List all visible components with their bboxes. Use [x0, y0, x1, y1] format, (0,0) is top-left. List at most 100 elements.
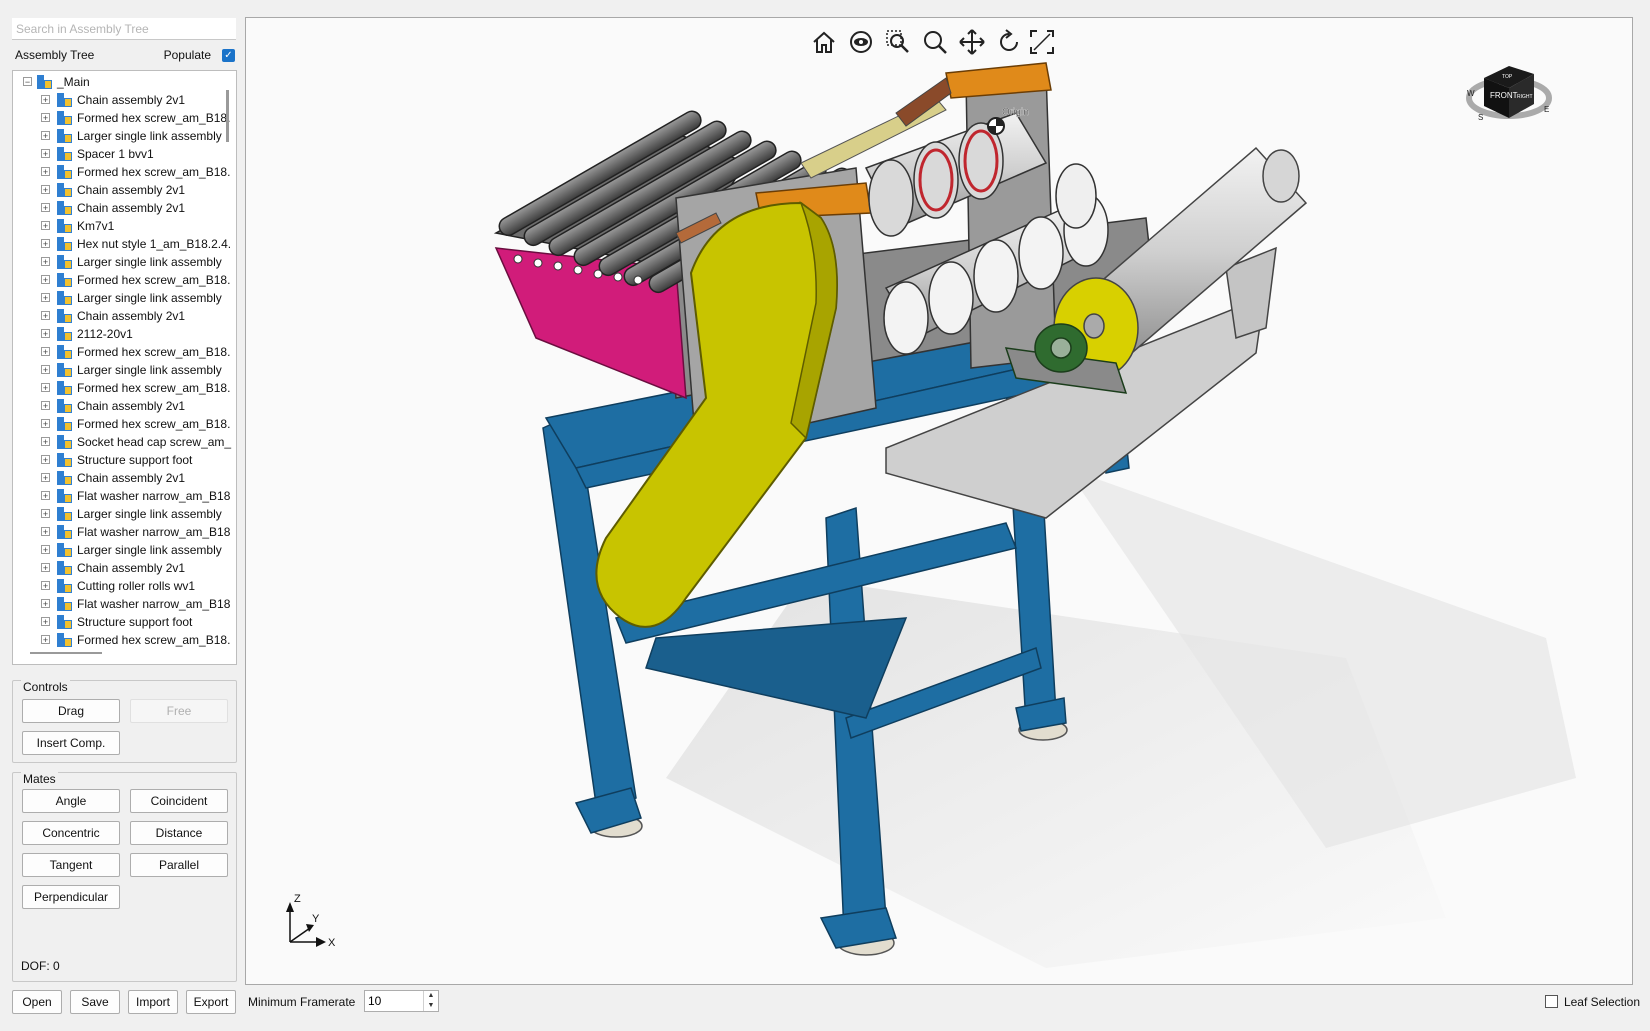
framerate-label: Minimum Framerate — [248, 995, 356, 1009]
assembly-icon — [57, 147, 72, 161]
tree-item-label: Flat washer narrow_am_B18 — [77, 489, 231, 503]
assembly-icon — [57, 219, 72, 233]
assembly-icon — [57, 129, 72, 143]
tree-item-label: Structure support foot — [77, 615, 193, 629]
angle-button[interactable]: Angle — [22, 789, 120, 813]
insert-component-button[interactable]: Insert Comp. — [22, 731, 120, 755]
expand-icon[interactable]: + — [41, 311, 50, 321]
cube-w-label: W — [1467, 89, 1475, 98]
assembly-icon — [57, 543, 72, 557]
perpendicular-button[interactable]: Perpendicular — [22, 885, 120, 909]
expand-icon[interactable]: + — [41, 473, 50, 483]
spin-arrows[interactable]: ▲ ▼ — [423, 991, 438, 1011]
expand-icon[interactable]: + — [41, 581, 50, 591]
mates-group: Mates Angle Coincident Concentric Distan… — [12, 772, 237, 982]
expand-icon[interactable]: + — [41, 221, 50, 231]
expand-icon[interactable]: + — [41, 599, 50, 609]
tree-item-label: Larger single link assembly — [77, 507, 222, 521]
expand-icon[interactable]: + — [41, 239, 50, 249]
framerate-input[interactable] — [365, 991, 426, 1011]
expand-icon[interactable]: + — [41, 383, 50, 393]
3d-viewport[interactable]: Origin FRONT TOP RIGHT W S E Z Y X — [245, 17, 1633, 985]
expand-icon[interactable]: + — [41, 167, 50, 177]
tree-item-label: Hex nut style 1_am_B18.2.4. — [77, 237, 232, 251]
expand-icon[interactable]: + — [41, 509, 50, 519]
view-cube[interactable]: FRONT TOP RIGHT W S E — [1464, 46, 1554, 126]
leaf-selection-checkbox[interactable] — [1544, 995, 1558, 1009]
expand-icon[interactable]: + — [41, 455, 50, 465]
assembly-icon — [57, 93, 72, 107]
expand-icon[interactable]: + — [41, 113, 50, 123]
tree-item-label: Larger single link assembly — [77, 291, 222, 305]
cube-front-label: FRONT — [1490, 91, 1518, 100]
spin-down-icon[interactable]: ▼ — [424, 1001, 438, 1011]
expand-icon[interactable]: + — [41, 563, 50, 573]
assembly-icon — [57, 615, 72, 629]
tree-item-label: 2112-20v1 — [77, 327, 133, 341]
export-button[interactable]: Export — [186, 990, 236, 1014]
expand-icon[interactable]: + — [41, 95, 50, 105]
expand-icon[interactable]: + — [41, 257, 50, 267]
expand-icon[interactable]: + — [41, 437, 50, 447]
controls-title: Controls — [21, 680, 70, 694]
expand-icon[interactable]: + — [41, 275, 50, 285]
tree-item-label: Formed hex screw_am_B18. — [77, 417, 231, 431]
expand-icon[interactable]: + — [41, 149, 50, 159]
assembly-icon — [57, 291, 72, 305]
populate-checkbox[interactable]: ✓ — [222, 49, 235, 62]
free-button[interactable]: Free — [130, 699, 228, 723]
expand-icon[interactable]: + — [41, 527, 50, 537]
expand-icon[interactable]: + — [41, 365, 50, 375]
expand-icon[interactable]: + — [41, 293, 50, 303]
expand-icon[interactable]: + — [41, 131, 50, 141]
collapse-icon[interactable]: − — [23, 77, 32, 87]
assembly-icon — [57, 579, 72, 593]
tree-item-label: Chain assembly 2v1 — [77, 201, 186, 215]
parallel-button[interactable]: Parallel — [130, 853, 228, 877]
expand-icon[interactable]: + — [41, 401, 50, 411]
assembly-tree[interactable]: − _Main + Chain assembly 2v1 + Formed hex s… — [12, 70, 237, 665]
assembly-icon — [57, 489, 72, 503]
search-input[interactable] — [12, 18, 236, 40]
expand-icon[interactable]: + — [41, 419, 50, 429]
leaf-selection[interactable]: Leaf Selection — [1544, 994, 1640, 1010]
save-button[interactable]: Save — [70, 990, 120, 1014]
expand-icon[interactable]: + — [41, 617, 50, 627]
assembly-icon — [57, 363, 72, 377]
concentric-button[interactable]: Concentric — [22, 821, 120, 845]
axis-x-label: X — [328, 937, 336, 949]
import-button[interactable]: Import — [128, 990, 178, 1014]
assembly-icon — [57, 183, 72, 197]
tree-item-label: Socket head cap screw_am_ — [77, 435, 232, 449]
expand-icon[interactable]: + — [41, 545, 50, 555]
expand-icon[interactable]: + — [41, 185, 50, 195]
tree-item-label: Chain assembly 2v1 — [77, 471, 186, 485]
tree-item-label: Chain assembly 2v1 — [77, 93, 186, 107]
framerate-spinbox[interactable]: ▲ ▼ — [364, 990, 439, 1012]
distance-button[interactable]: Distance — [130, 821, 228, 845]
spin-up-icon[interactable]: ▲ — [424, 991, 438, 1001]
machine-model[interactable]: Origin — [246, 18, 1632, 984]
tangent-button[interactable]: Tangent — [22, 853, 120, 877]
coincident-button[interactable]: Coincident — [130, 789, 228, 813]
drag-button[interactable]: Drag — [22, 699, 120, 723]
expand-icon[interactable]: + — [41, 203, 50, 213]
assembly-icon — [57, 309, 72, 323]
assembly-icon — [57, 399, 72, 413]
expand-icon[interactable]: + — [41, 329, 50, 339]
expand-icon[interactable]: + — [41, 491, 50, 501]
open-button[interactable]: Open — [12, 990, 62, 1014]
axis-y-label: Y — [312, 913, 320, 925]
assembly-icon — [57, 525, 72, 539]
expand-icon[interactable]: + — [41, 635, 50, 645]
tree-item-label: Chain assembly 2v1 — [77, 561, 186, 575]
tree-horizontal-scrollbar[interactable] — [30, 652, 102, 654]
tree-item-label: Formed hex screw_am_B18. — [77, 381, 231, 395]
assembly-icon — [57, 201, 72, 215]
assembly-tree-title: Assembly Tree — [15, 48, 95, 62]
leaf-selection-label: Leaf Selection — [1563, 994, 1640, 1009]
expand-icon[interactable]: + — [41, 347, 50, 357]
assembly-tree-header: Assembly Tree Populate ✓ — [15, 48, 237, 64]
tree-item-label: Larger single link assembly — [77, 255, 222, 269]
tree-vertical-scrollbar[interactable] — [226, 90, 229, 142]
